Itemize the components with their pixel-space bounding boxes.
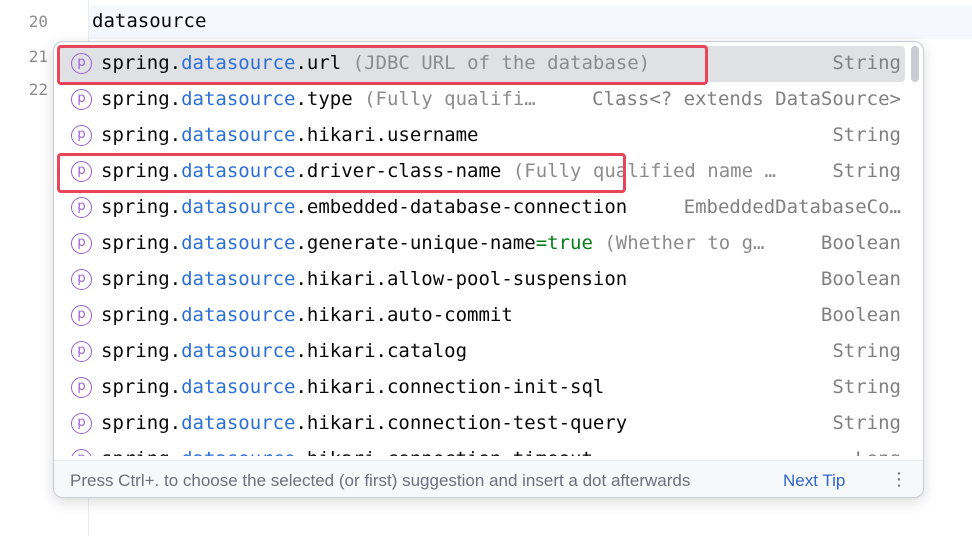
annotation-box-driver-class-name: [57, 153, 626, 193]
matched-text: datasource: [181, 412, 296, 434]
property-prefix: spring.: [101, 448, 181, 456]
completion-item-name: spring.datasource.hikari.connection-time…: [101, 448, 593, 456]
completion-item-name: spring.datasource.hikari.catalog: [101, 340, 467, 362]
completion-item-name: spring.datasource.embedded-database-conn…: [101, 196, 627, 218]
completion-item-name: spring.datasource.hikari.connection-init…: [101, 376, 604, 398]
property-type: String: [832, 376, 901, 398]
property-icon: p: [71, 125, 92, 146]
line-number: 21: [28, 47, 48, 66]
completion-item[interactable]: p spring.datasource.hikari.connection-tim…: [60, 442, 905, 456]
property-type: String: [832, 124, 901, 146]
completion-item-name: spring.datasource.hikari.allow-pool-susp…: [101, 268, 627, 290]
property-suffix: .type: [295, 88, 353, 110]
property-icon: p: [71, 413, 92, 434]
property-type: Boolean: [820, 304, 901, 326]
property-suffix: .generate-unique-name: [295, 232, 536, 254]
property-type: String: [832, 52, 901, 74]
matched-text: datasource: [181, 268, 296, 290]
property-type: String: [832, 160, 901, 182]
property-suffix: .hikari.catalog: [295, 340, 468, 362]
property-icon: p: [71, 341, 92, 362]
completion-item-name: spring.datasource.hikari.connection-test…: [101, 412, 627, 434]
property-description: (Fully qualifi…: [352, 88, 536, 110]
property-suffix: .hikari.allow-pool-suspension: [295, 268, 628, 290]
completion-item[interactable]: p spring.datasource.hikari.connection-tes…: [60, 406, 905, 442]
matched-text: datasource: [181, 448, 295, 456]
property-prefix: spring.: [101, 412, 182, 434]
matched-text: datasource: [181, 124, 296, 146]
completion-item[interactable]: p spring.datasource.hikari.username String: [60, 118, 905, 154]
property-suffix: .embedded-database-connection: [295, 196, 628, 218]
completion-item[interactable]: p spring.datasource.hikari.connection-ini…: [60, 370, 905, 406]
annotation-box-url: [57, 45, 708, 85]
property-icon: p: [71, 197, 92, 218]
matched-text: datasource: [181, 376, 296, 398]
completion-list[interactable]: p spring.datasource.url (JDBC URL of the …: [54, 46, 909, 456]
property-icon: p: [71, 269, 92, 290]
completion-item-name: spring.datasource.hikari.username: [101, 124, 479, 146]
property-prefix: spring.: [101, 268, 182, 290]
property-description: (Whether to g…: [592, 232, 765, 254]
property-suffix: .hikari.auto-commit: [295, 304, 513, 326]
completion-item-name: spring.datasource.generate-unique-name=t…: [101, 232, 764, 254]
completion-item[interactable]: p spring.datasource.hikari.catalog String: [60, 334, 905, 370]
property-icon: p: [71, 233, 92, 254]
completion-footer: Press Ctrl+. to choose the selected (or …: [54, 460, 923, 497]
default-value: =true: [535, 232, 593, 254]
completion-item-name: spring.datasource.type (Fully qualifi…: [101, 88, 536, 110]
completion-item[interactable]: p spring.datasource.embedded-database-con…: [60, 190, 905, 226]
completion-item-name: spring.datasource.hikari.auto-commit: [101, 304, 513, 326]
property-prefix: spring.: [101, 304, 182, 326]
property-prefix: spring.: [101, 88, 182, 110]
completion-hint: Press Ctrl+. to choose the selected (or …: [70, 471, 691, 490]
property-icon: p: [71, 449, 92, 456]
property-type: Boolean: [820, 268, 901, 290]
matched-text: datasource: [181, 196, 296, 218]
property-suffix: .hikari.connection-init-sql: [295, 376, 605, 398]
property-type: EmbeddedDatabaseCo…: [683, 196, 901, 218]
property-type: String: [832, 412, 901, 434]
property-type: Boolean: [820, 232, 901, 254]
matched-text: datasource: [181, 88, 296, 110]
property-prefix: spring.: [101, 376, 182, 398]
more-vertical-icon[interactable]: ⋮: [890, 469, 908, 490]
property-prefix: spring.: [101, 232, 182, 254]
property-type: Class<? extends DataSource>: [592, 88, 901, 110]
matched-text: datasource: [181, 304, 296, 326]
property-type: String: [832, 340, 901, 362]
property-icon: p: [71, 305, 92, 326]
completion-scrollbar[interactable]: [911, 46, 919, 82]
completion-item[interactable]: p spring.datasource.generate-unique-name=…: [60, 226, 905, 262]
property-suffix: .hikari.connection-test-query: [295, 412, 628, 434]
next-tip-link[interactable]: Next Tip: [783, 471, 845, 491]
completion-popup[interactable]: p spring.datasource.url (JDBC URL of the …: [53, 41, 924, 498]
property-suffix: .hikari.username: [295, 124, 479, 146]
property-prefix: spring.: [101, 340, 182, 362]
property-prefix: spring.: [101, 196, 182, 218]
line-number: 20: [28, 12, 48, 31]
property-icon: p: [71, 377, 92, 398]
matched-text: datasource: [181, 232, 296, 254]
completion-item[interactable]: p spring.datasource.hikari.auto-commit Boo…: [60, 298, 905, 334]
property-prefix: spring.: [101, 124, 182, 146]
property-suffix: .hikari.connection-timeout: [295, 448, 592, 456]
completion-item[interactable]: p spring.datasource.type (Fully qualifi… C…: [60, 82, 905, 118]
property-type: Long: [855, 448, 901, 456]
property-icon: p: [71, 89, 92, 110]
matched-text: datasource: [181, 340, 296, 362]
code-line-text[interactable]: datasource: [92, 10, 206, 32]
line-number: 22: [28, 80, 48, 99]
completion-item[interactable]: p spring.datasource.hikari.allow-pool-sus…: [60, 262, 905, 298]
